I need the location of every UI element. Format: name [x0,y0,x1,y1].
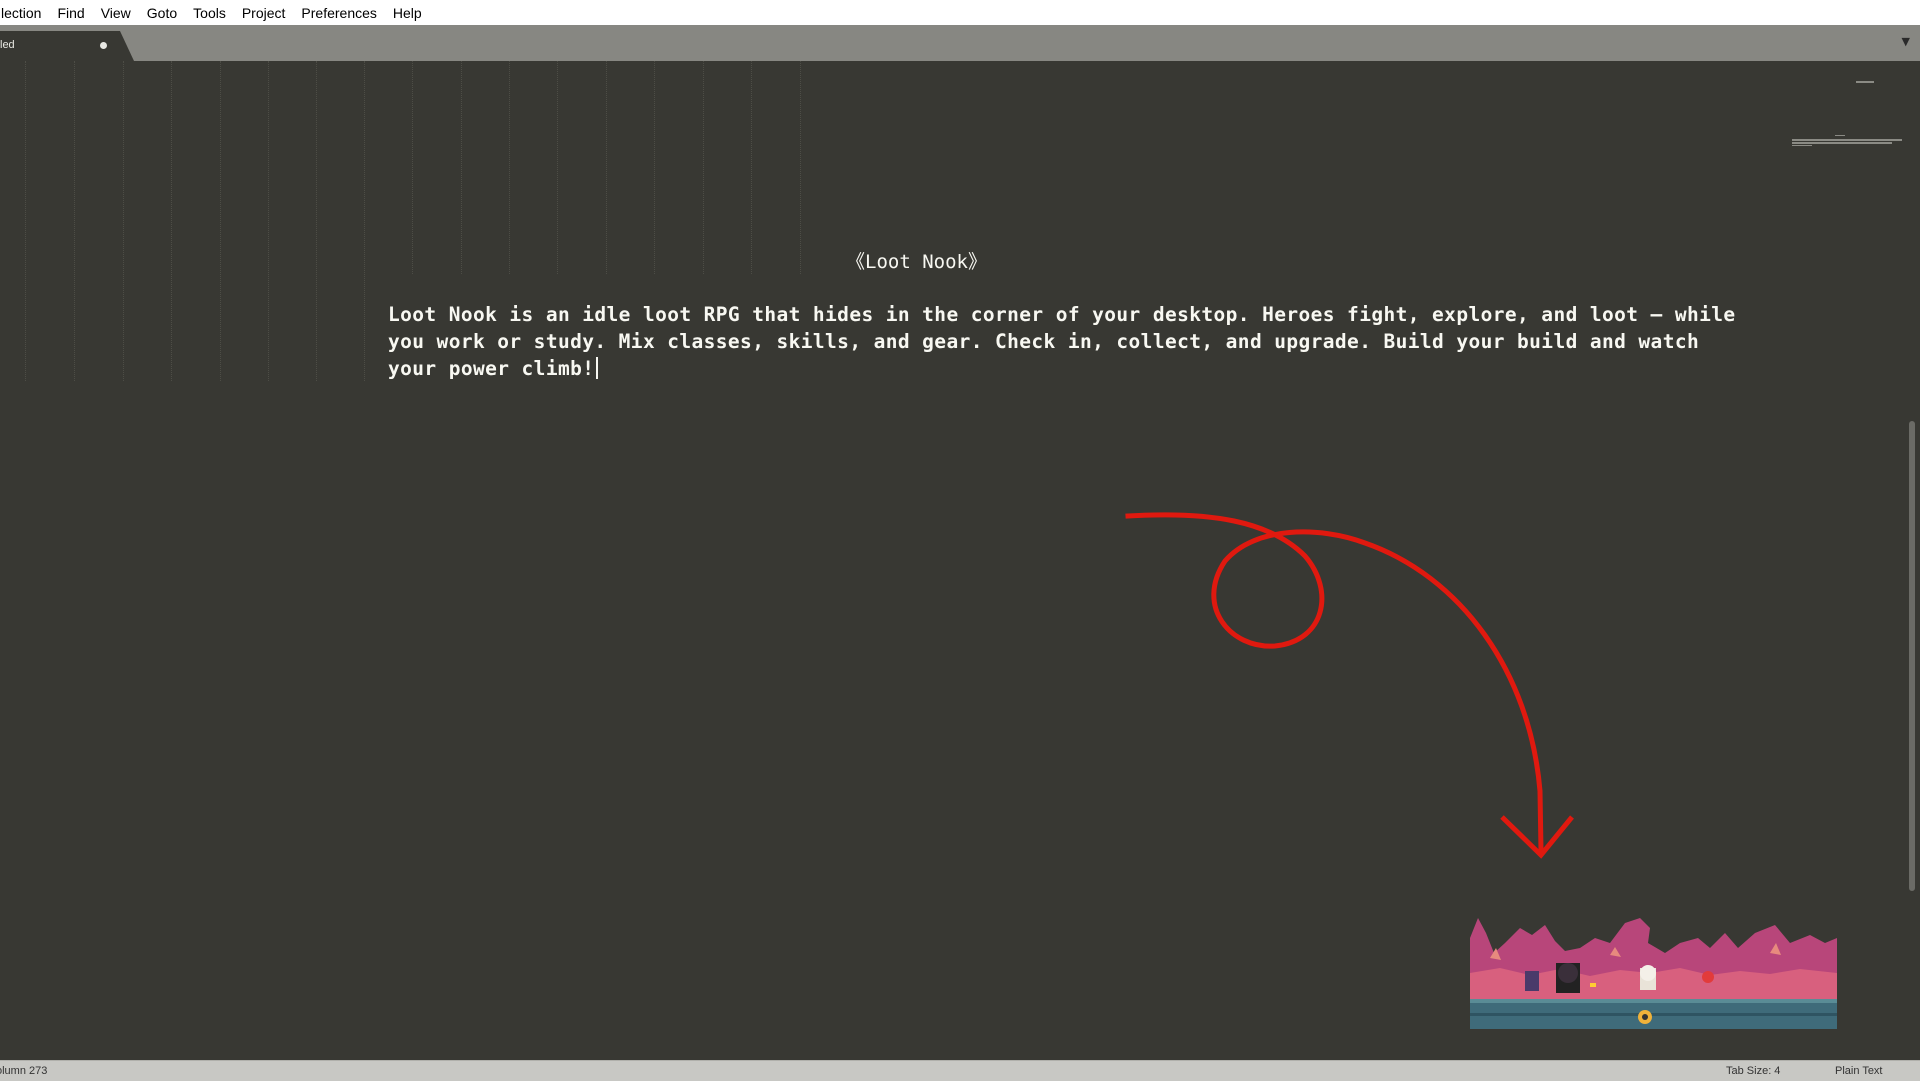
menu-help[interactable]: Help [385,5,430,21]
indent-guide [123,61,124,381]
indent-guide [74,61,75,381]
menu-bar: lection Find View Goto Tools Project Pre… [0,0,1920,26]
cursor-position[interactable]: olumn 273 [0,1065,47,1077]
indent-guide [800,61,801,274]
menu-project[interactable]: Project [234,5,294,21]
minimap-line [1792,139,1902,141]
indent-guide [412,61,413,274]
document-title[interactable]: 《Loot Nook》 [846,247,987,274]
vertical-scrollbar[interactable] [1905,61,1920,1060]
tab-background [0,31,134,61]
minimap[interactable] [1788,61,1905,161]
unsaved-dot-icon[interactable] [100,42,107,49]
status-bar: olumn 273 Tab Size: 4 Plain Text [0,1060,1920,1081]
red-loop-arrow-annotation [1125,512,1574,859]
text-caret [596,357,599,379]
tab-size-selector[interactable]: Tab Size: 4 [1726,1065,1780,1077]
minimap-line [1792,142,1892,144]
menu-selection[interactable]: lection [0,5,49,21]
indent-guide [364,61,365,381]
indent-guide [557,61,558,274]
minimap-line [1792,145,1812,146]
indent-guide [703,61,704,274]
body-text[interactable]: Loot Nook is an idle loot RPG that hides… [388,303,1736,380]
tab-label: led [0,39,15,51]
indent-guide [25,61,26,381]
editor-area[interactable]: 《Loot Nook》 Loot Nook is an idle loot RP… [0,61,1905,1060]
menu-preferences[interactable]: Preferences [293,5,384,21]
menu-goto[interactable]: Goto [139,5,185,21]
indent-guide [751,61,752,274]
indent-guide [461,61,462,274]
indent-guide [220,61,221,381]
indent-guide [268,61,269,381]
indent-guide [606,61,607,274]
tab-list-dropdown-icon[interactable]: ▼ [1902,35,1910,48]
tab-untitled[interactable]: led [0,31,135,61]
tab-bar: led ▼ [0,25,1920,61]
document-body[interactable]: Loot Nook is an idle loot RPG that hides… [388,301,1748,382]
pixel-art-game-scene-icon [1470,913,1837,1029]
indent-guide [654,61,655,274]
minimap-line [1856,81,1874,83]
indent-guide [171,61,172,381]
menu-find[interactable]: Find [49,5,92,21]
scrollbar-thumb[interactable] [1909,421,1915,891]
indent-guide [509,61,510,274]
minimap-line [1835,135,1845,136]
menu-view[interactable]: View [93,5,139,21]
syntax-selector[interactable]: Plain Text [1835,1065,1883,1077]
menu-tools[interactable]: Tools [185,5,234,21]
indent-guide [316,61,317,381]
